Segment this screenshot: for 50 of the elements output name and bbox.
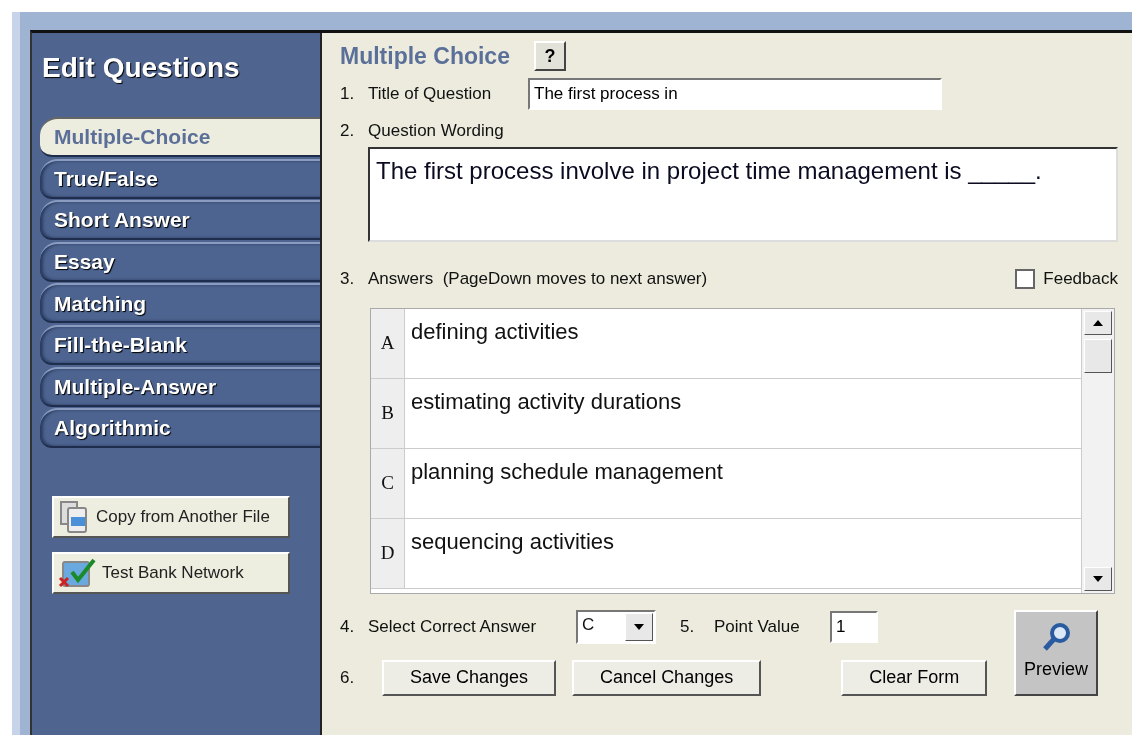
sidebar-button[interactable]: Test Bank Network: [52, 552, 290, 595]
help-button[interactable]: ?: [533, 41, 566, 72]
row-letter: B: [371, 378, 405, 448]
category-tab[interactable]: Matching: [40, 283, 320, 324]
action-button[interactable]: Save Changes: [382, 659, 557, 696]
answer-cell[interactable]: planning schedule management: [405, 448, 1081, 518]
field-label: Title of Question: [368, 82, 493, 105]
category-tab[interactable]: Fill-the-Blank: [40, 324, 320, 365]
row-letter: D: [371, 518, 405, 588]
row-letter: A: [371, 308, 405, 378]
item-number: 6.: [340, 666, 356, 689]
scrollbar[interactable]: [1081, 308, 1114, 593]
answer-dropdown[interactable]: C: [576, 609, 656, 644]
feedback-checkbox[interactable]: [1015, 268, 1036, 289]
category-tab[interactable]: Multiple-Answer: [40, 366, 320, 407]
form-heading: Multiple Choice: [340, 42, 510, 71]
action-button[interactable]: Cancel Changes: [572, 659, 762, 696]
feedback-label: Feedback: [1043, 268, 1118, 290]
scroll-thumb[interactable]: [1084, 338, 1112, 373]
sidebar-title: Edit Questions: [42, 51, 241, 85]
down-arrow-icon: [1093, 575, 1103, 582]
category-tab[interactable]: Essay: [40, 241, 320, 282]
row-letter: C: [371, 448, 405, 518]
category-tab[interactable]: Algorithmic: [40, 408, 320, 449]
field-label: Point Value: [714, 615, 801, 638]
answer-cell[interactable]: defining activities: [405, 308, 1081, 378]
search-icon: [1041, 622, 1071, 652]
item-number: 3.: [340, 268, 356, 290]
category-tab[interactable]: True/False: [40, 158, 320, 199]
question-text-area[interactable]: The first process involve in project time management is _____.: [368, 147, 1118, 242]
item-number: 5.: [680, 615, 696, 638]
category-tab[interactable]: Short Answer: [40, 200, 320, 241]
up-arrow-icon: [1093, 319, 1103, 326]
answer-cell[interactable]: sequencing activities: [405, 518, 1081, 588]
point-input[interactable]: 1: [830, 610, 878, 643]
scroll-down-button[interactable]: [1084, 566, 1112, 591]
sidebar-button[interactable]: Copy from Another File: [52, 496, 290, 539]
answer-cell[interactable]: estimating activity durations: [405, 378, 1081, 448]
preview-button[interactable]: Preview: [1014, 609, 1098, 696]
scroll-up-button[interactable]: [1084, 310, 1112, 335]
category-tab[interactable]: Multiple-Choice: [40, 117, 320, 157]
action-button[interactable]: Clear Form: [841, 659, 988, 696]
dropdown-value: C: [581, 613, 596, 636]
item-number: 2.: [340, 119, 356, 142]
item-number: 4.: [340, 615, 356, 638]
field-label: Answers (PageDown moves to next answer): [368, 268, 709, 290]
item-number: 1.: [340, 82, 356, 105]
field-label: Select Correct Answer: [368, 615, 538, 638]
title-input[interactable]: The first process in: [528, 77, 942, 110]
field-label: Question Wording: [368, 119, 504, 142]
